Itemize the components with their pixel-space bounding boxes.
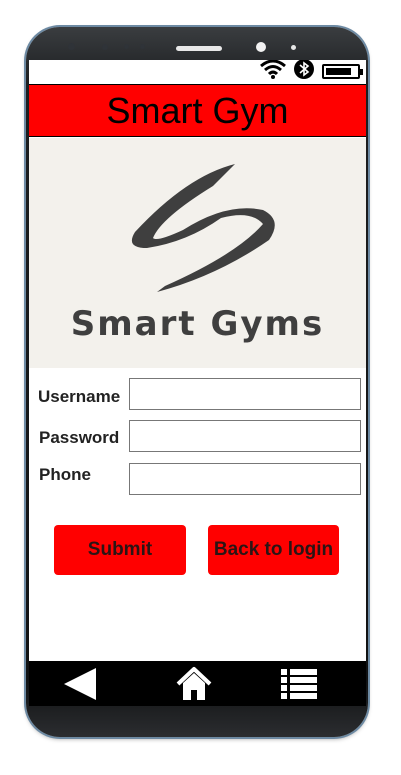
phone-top-bezel (26, 27, 368, 61)
password-label: Password (39, 428, 120, 447)
status-bar (29, 60, 366, 83)
phone-label: Phone (39, 465, 91, 484)
title-bar: Smart Gym (29, 84, 366, 137)
home-icon[interactable] (176, 666, 212, 706)
back-icon[interactable] (62, 666, 98, 706)
logo-mark-icon (131, 164, 275, 292)
phone-screen: Smart Gym Smart Gyms Username Password P… (29, 60, 366, 706)
bluetooth-icon (294, 60, 314, 84)
phone-speaker (176, 46, 222, 51)
page-title: Smart Gym (106, 89, 289, 131)
navigation-bar (29, 661, 366, 706)
username-label: Username (38, 387, 121, 406)
front-camera (256, 42, 266, 52)
menu-icon[interactable] (280, 666, 318, 706)
logo-text: Smart Gyms (70, 304, 325, 344)
front-sensor (291, 45, 296, 50)
username-field[interactable] (129, 378, 361, 410)
wifi-icon (260, 60, 286, 84)
bezel-dot (124, 44, 129, 49)
battery-fill (326, 68, 351, 75)
logo-banner: Smart Gyms (29, 138, 366, 368)
password-row: Password (29, 420, 366, 452)
submit-button[interactable]: Submit (54, 525, 186, 575)
bezel-dot (68, 43, 75, 50)
phone-field[interactable] (129, 463, 361, 495)
phone-row: Phone (29, 463, 366, 495)
password-field[interactable] (129, 420, 361, 452)
bezel-dot (102, 44, 108, 50)
bezel-dot (140, 44, 145, 49)
battery-icon (322, 64, 363, 79)
back-to-login-button[interactable]: Back to login (208, 525, 339, 575)
username-row: Username (29, 378, 366, 410)
